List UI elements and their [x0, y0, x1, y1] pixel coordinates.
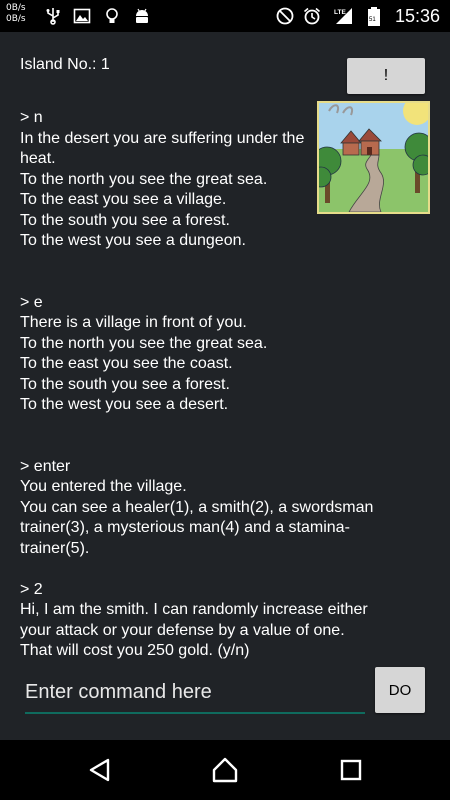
location-scene-image — [317, 101, 430, 214]
image-icon — [73, 7, 91, 25]
battery-icon: 51 — [367, 7, 381, 26]
log-entry: > e There is a village in front of you. … — [20, 293, 430, 416]
back-icon[interactable] — [86, 756, 114, 784]
svg-text:51: 51 — [369, 17, 376, 23]
clock: 15:36 — [394, 6, 440, 26]
log-line: To the west you see a dungeon. — [20, 232, 246, 249]
status-bar: 0B/s 0B/s LTE 51 15:36 — [0, 0, 450, 32]
log-line: That will cost you 250 gold. (y/n) — [20, 642, 250, 659]
navigation-bar — [0, 740, 450, 800]
log-line: You entered the village. — [20, 478, 187, 495]
log-entry: > 2 Hi, I am the smith. I can randomly i… — [20, 580, 430, 662]
net-down-speed: 0B/s — [6, 14, 26, 24]
log-line: You can see a healer(1), a smith(2), a s… — [20, 498, 374, 516]
log-line: trainer(3), a mysterious man(4) and a st… — [20, 519, 350, 536]
command-input[interactable] — [25, 672, 365, 714]
home-icon[interactable] — [211, 756, 239, 784]
do-button[interactable]: DO — [375, 667, 425, 713]
log-entry: > enter You entered the village. You can… — [20, 457, 430, 560]
log-line: To the north you see the great sea. — [20, 334, 268, 352]
log-line: To the south you see a forest. — [20, 375, 230, 393]
log-command: > enter — [20, 457, 71, 475]
net-up-speed: 0B/s — [6, 3, 26, 13]
lte-signal-icon: LTE — [333, 7, 352, 25]
lightbulb-icon — [103, 7, 121, 25]
log-line: To the east you see the coast. — [20, 355, 233, 372]
usb-icon — [44, 7, 62, 25]
game-screen: Island No.: 1 ! > n In the desert you ar… — [0, 32, 450, 740]
log-line: There is a village in front of you. — [20, 314, 247, 331]
recents-icon[interactable] — [337, 756, 365, 784]
svg-text:LTE: LTE — [334, 9, 346, 16]
network-speed: 0B/s 0B/s — [6, 3, 26, 25]
android-icon — [133, 7, 151, 25]
log-line: trainer(5). — [20, 539, 90, 557]
island-number-label: Island No.: 1 — [20, 56, 110, 73]
log-line: Hi, I am the smith. I can randomly incre… — [20, 601, 368, 618]
log-command: > 2 — [20, 580, 43, 598]
log-line: your attack or your defense by a value o… — [20, 621, 345, 639]
log-line: To the west you see a desert. — [20, 396, 229, 413]
do-not-disturb-icon — [276, 7, 294, 25]
alarm-icon — [303, 7, 321, 25]
alert-button[interactable]: ! — [347, 58, 425, 94]
log-command: > e — [20, 293, 43, 311]
